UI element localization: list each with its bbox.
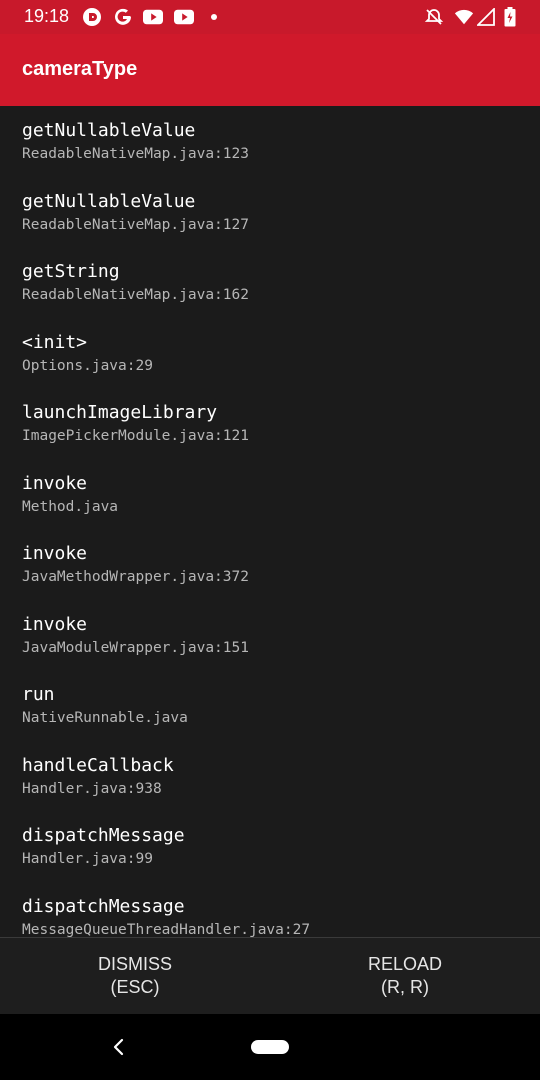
home-pill-icon[interactable]: [251, 1040, 289, 1054]
frame-file: Handler.java:99: [22, 851, 153, 867]
do-not-disturb-icon: [424, 7, 444, 27]
stack-frame[interactable]: invoke JavaMethodWrapper.java:372: [22, 543, 522, 587]
status-time: 19:18: [24, 6, 70, 26]
frame-file: Handler.java:938: [22, 781, 162, 797]
dismiss-shortcut: (ESC): [110, 977, 160, 997]
pocket-casts-icon: [82, 7, 102, 27]
action-bar: DISMISS (ESC) RELOAD (R, R): [0, 937, 540, 1014]
frame-method: getNullableValue: [22, 191, 196, 212]
dismiss-label: DISMISS: [97, 954, 172, 974]
frame-file: Method.java: [22, 499, 119, 515]
frame-method: <init>: [22, 332, 88, 353]
page-title: cameraType: [22, 58, 138, 80]
stack-frame[interactable]: <init> Options.java:29: [22, 332, 522, 376]
frame-method: dispatchMessage: [22, 896, 185, 917]
stack-frame[interactable]: getNullableValue ReadableNativeMap.java:…: [22, 191, 522, 235]
stack-frame[interactable]: dispatchMessage MessageQueueThreadHandle…: [22, 896, 522, 937]
stack-frame[interactable]: run NativeRunnable.java: [22, 684, 522, 728]
frame-method: handleCallback: [22, 755, 174, 776]
stack-frame[interactable]: getString ReadableNativeMap.java:162: [22, 261, 522, 305]
reload-label: RELOAD: [367, 954, 443, 974]
screen: 19:18 cameraType getNullableValue Readab…: [0, 0, 540, 1080]
frame-method: run: [22, 684, 55, 705]
reload-button[interactable]: RELOAD (R, R): [270, 938, 540, 1014]
frame-file: ReadableNativeMap.java:162: [22, 287, 249, 303]
stack-frame[interactable]: dispatchMessage Handler.java:99: [22, 825, 522, 869]
youtube-icon: [174, 7, 194, 27]
frame-file: JavaModuleWrapper.java:151: [22, 640, 249, 656]
google-icon: [113, 7, 133, 27]
frame-file: ReadableNativeMap.java:123: [22, 146, 249, 162]
stack-frame[interactable]: handleCallback Handler.java:938: [22, 755, 522, 799]
notification-dot-icon: [204, 7, 224, 27]
navigation-bar: [0, 1014, 540, 1080]
frame-method: dispatchMessage: [22, 825, 185, 846]
frame-file: NativeRunnable.java: [22, 710, 188, 726]
back-icon[interactable]: [108, 1036, 130, 1058]
frame-file: ImagePickerModule.java:121: [22, 428, 249, 444]
stack-frame[interactable]: getNullableValue ReadableNativeMap.java:…: [22, 120, 522, 164]
frame-method: launchImageLibrary: [22, 402, 218, 423]
frame-method: getNullableValue: [22, 120, 196, 141]
wifi-icon: [454, 7, 474, 27]
stack-frame[interactable]: launchImageLibrary ImagePickerModule.jav…: [22, 402, 522, 446]
stack-trace-list[interactable]: getNullableValue ReadableNativeMap.java:…: [0, 106, 540, 937]
frame-file: Options.java:29: [22, 358, 153, 374]
frame-method: invoke: [22, 473, 88, 494]
frame-file: JavaMethodWrapper.java:372: [22, 569, 249, 585]
stack-frame[interactable]: invoke Method.java: [22, 473, 522, 517]
frame-file: MessageQueueThreadHandler.java:27: [22, 922, 311, 937]
title-bar: cameraType: [0, 34, 540, 106]
dismiss-button[interactable]: DISMISS (ESC): [0, 938, 270, 1014]
signal-icon: [476, 7, 496, 27]
frame-file: ReadableNativeMap.java:127: [22, 217, 249, 233]
status-bar: 19:18: [0, 0, 540, 34]
reload-shortcut: (R, R): [381, 977, 429, 997]
frame-method: invoke: [22, 614, 88, 635]
stack-frame[interactable]: invoke JavaModuleWrapper.java:151: [22, 614, 522, 658]
battery-icon: [500, 7, 520, 27]
youtube-icon: [143, 7, 163, 27]
frame-method: invoke: [22, 543, 88, 564]
frame-method: getString: [22, 261, 120, 282]
